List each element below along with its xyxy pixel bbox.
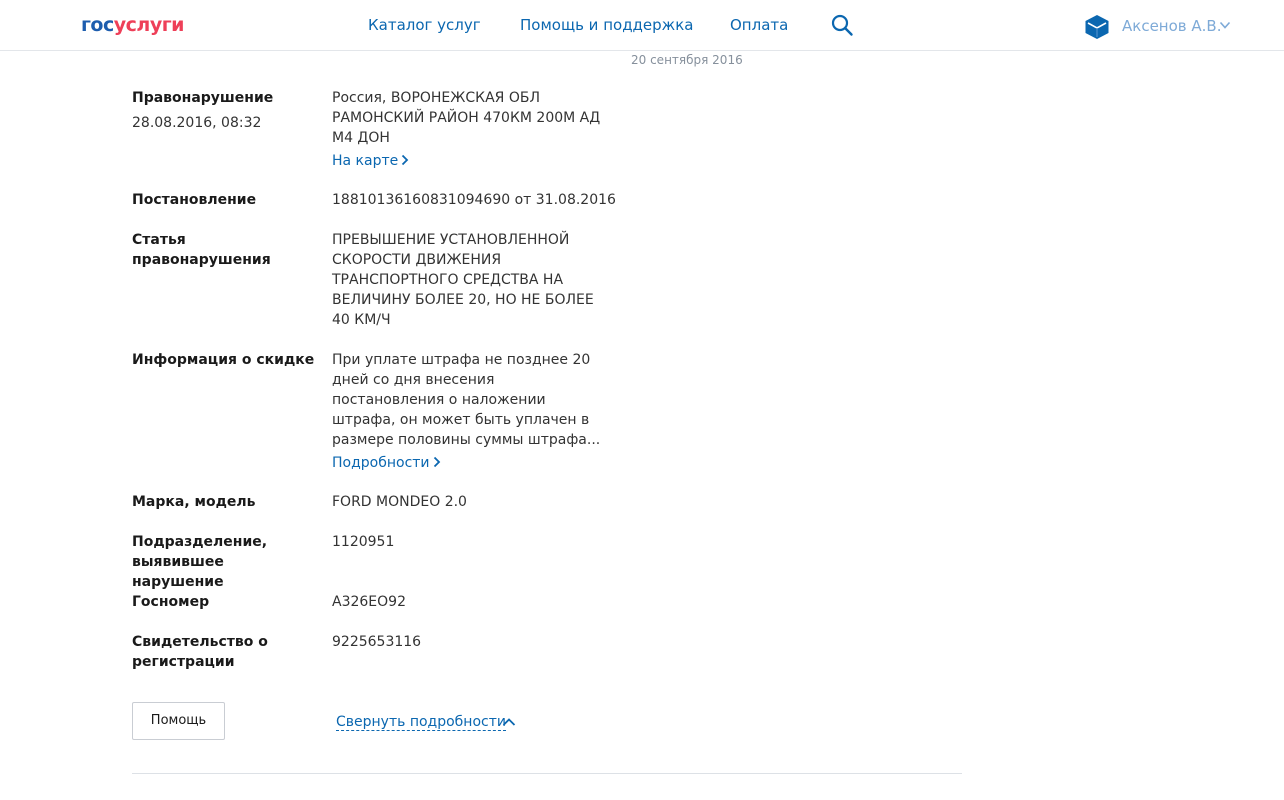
map-link[interactable]: На карте	[332, 151, 409, 171]
detail-row-article: Статья правонарушения ПРЕВЫШЕНИЕ УСТАНОВ…	[132, 230, 612, 334]
logo-part-gos: гос	[81, 14, 114, 36]
details-more-label: Подробности	[332, 455, 430, 471]
map-link-label: На карте	[332, 153, 399, 169]
chevron-right-icon	[433, 456, 440, 468]
detail-row-department: Подразделение, выявившее нарушение 11209…	[132, 532, 612, 590]
gosuslugi-logo[interactable]: госуслуги	[81, 14, 184, 36]
logo-part-uslugi: услуги	[113, 14, 185, 36]
certificate-label: Свидетельство о регистрации	[132, 634, 268, 670]
user-avatar-icon[interactable]	[1084, 14, 1110, 40]
collapse-details-link[interactable]: Свернуть подробности	[336, 713, 516, 732]
detail-row-certificate: Свидетельство о регистрации 9225653116	[132, 632, 612, 676]
discount-label: Информация о скидке	[132, 352, 315, 368]
help-button[interactable]: Помощь	[132, 702, 225, 740]
resolution-label: Постановление	[132, 192, 257, 208]
plate-value: А326ЕО92	[332, 594, 406, 610]
car-label: Марка, модель	[132, 494, 256, 510]
detail-row-resolution: Постановление 18810136160831094690 от 31…	[132, 190, 616, 214]
discount-value: При уплате штрафа не позднее 20 дней со …	[332, 352, 601, 448]
article-label: Статья правонарушения	[132, 232, 271, 268]
car-value: FORD MONDEO 2.0	[332, 494, 467, 510]
department-value: 1120951	[332, 534, 395, 550]
offense-location: Россия, ВОРОНЕЖСКАЯ ОБЛ РАМОНСКИЙ РАЙОН …	[332, 90, 601, 146]
nav-payment-link[interactable]: Оплата	[730, 15, 788, 35]
user-name[interactable]: Аксенов А.В.	[1122, 16, 1221, 36]
chevron-up-icon	[502, 718, 516, 726]
certificate-value: 9225653116	[332, 634, 422, 650]
chevron-down-icon[interactable]	[1219, 19, 1231, 31]
nav-help-link[interactable]: Помощь и поддержка	[520, 15, 693, 35]
details-more-link[interactable]: Подробности	[332, 453, 441, 473]
offense-label: Правонарушение	[132, 90, 274, 106]
top-header: госуслуги Каталог услуг Помощь и поддерж…	[0, 0, 1284, 51]
resolution-value: 18810136160831094690 от 31.08.2016	[332, 192, 616, 208]
collapse-details-label: Свернуть подробности	[336, 714, 506, 731]
article-value: ПРЕВЫШЕНИЕ УСТАНОВЛЕННОЙ СКОРОСТИ ДВИЖЕН…	[332, 232, 594, 328]
department-label: Подразделение, выявившее нарушение	[132, 534, 268, 590]
offense-datetime: 28.08.2016, 08:32	[132, 115, 262, 131]
section-divider	[132, 773, 962, 774]
nav-catalog-link[interactable]: Каталог услуг	[368, 15, 481, 35]
search-icon[interactable]	[830, 13, 854, 37]
plate-label: Госномер	[132, 594, 210, 610]
detail-row-offense: Правонарушение 28.08.2016, 08:32 Россия,…	[132, 88, 612, 178]
partial-date-label: 20 сентября 2016	[631, 53, 743, 67]
detail-row-discount: Информация о скидке При уплате штрафа не…	[132, 350, 612, 480]
chevron-right-icon	[402, 154, 409, 166]
detail-row-car: Марка, модель FORD MONDEO 2.0	[132, 492, 612, 516]
detail-row-plate: Госномер А326ЕО92	[132, 592, 612, 616]
